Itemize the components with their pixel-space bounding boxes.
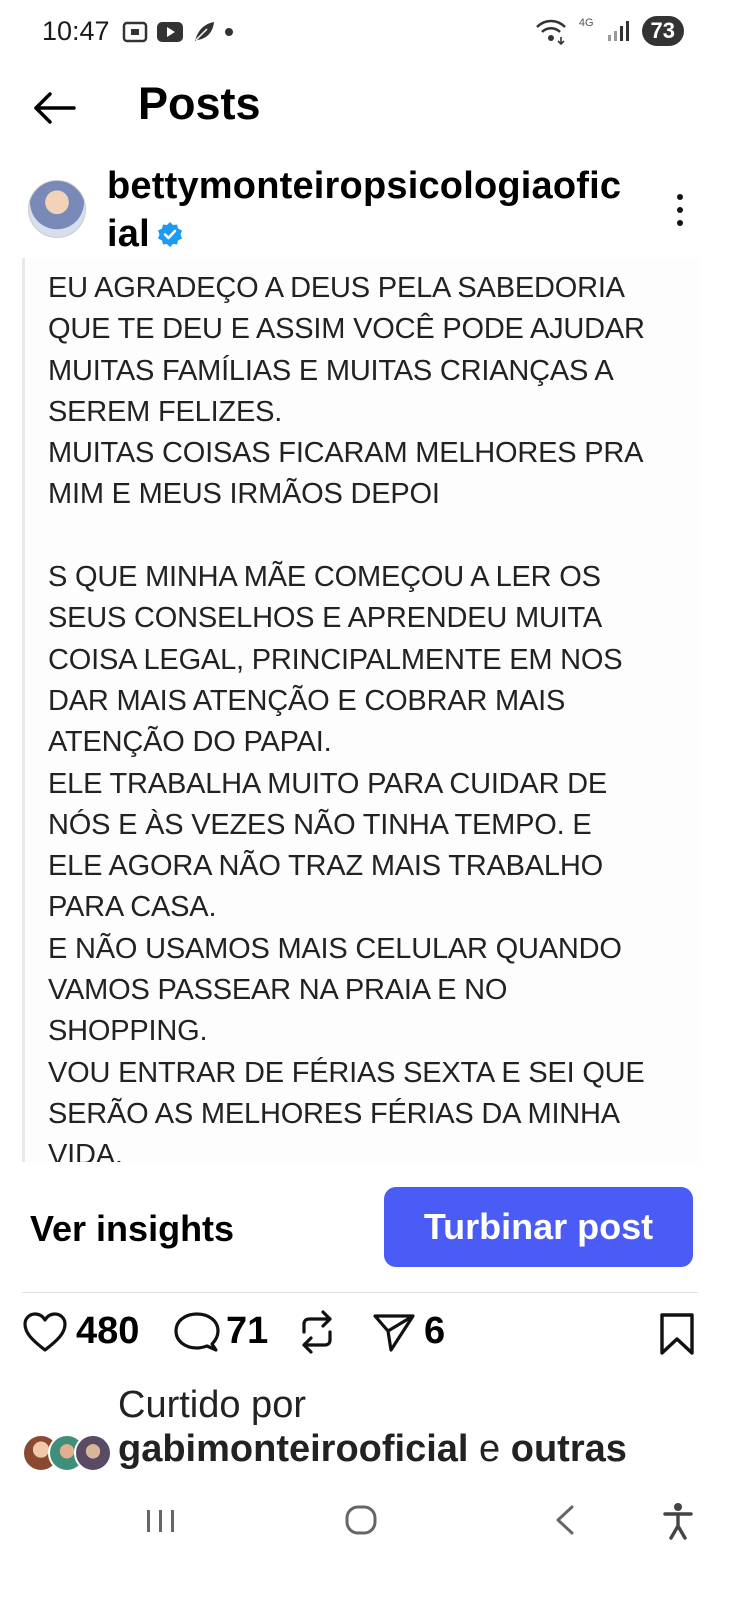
recent-apps-icon[interactable] <box>144 1500 178 1540</box>
account-name[interactable]: bettymonteiropsicologiaoficial <box>107 165 621 255</box>
wifi-icon <box>535 19 566 45</box>
send-icon[interactable] <box>372 1311 416 1353</box>
status-right: 4G 73 <box>535 16 684 46</box>
share-stat[interactable]: 6 <box>372 1310 445 1353</box>
signal-icon <box>607 21 629 41</box>
leaf-icon <box>195 22 214 41</box>
post-image-text: EU AGRADEÇO A DEUS PELA SABEDORIA QUE TE… <box>48 272 645 1162</box>
bookmark-icon[interactable] <box>658 1312 696 1356</box>
liked-by-prefix: Curtido por <box>118 1384 306 1426</box>
back-nav-icon[interactable] <box>552 1500 578 1540</box>
account-avatar[interactable] <box>28 180 86 238</box>
heart-icon[interactable] <box>22 1311 68 1353</box>
youtube-icon <box>157 22 183 42</box>
more-options-icon[interactable] <box>670 192 690 228</box>
repost-icon[interactable] <box>296 1310 338 1354</box>
battery-indicator: 73 <box>641 16 684 46</box>
dot-icon <box>225 28 233 36</box>
account-name-block[interactable]: bettymonteiropsicologiaoficial <box>107 162 627 258</box>
verified-icon <box>157 222 182 247</box>
boost-post-button[interactable]: Turbinar post <box>384 1187 693 1267</box>
liker-avatar <box>74 1434 112 1472</box>
status-notification-icons <box>122 20 234 44</box>
comment-count: 71 <box>226 1310 269 1352</box>
liked-by-line[interactable]: gabimonteirooficial e outras <box>118 1428 627 1471</box>
liked-by-user[interactable]: gabimonteirooficial <box>118 1428 468 1470</box>
back-arrow-icon[interactable] <box>32 92 76 124</box>
like-stat[interactable]: 480 <box>22 1310 139 1353</box>
comment-icon[interactable] <box>174 1311 220 1353</box>
status-time: 10:47 <box>42 16 110 46</box>
divider <box>22 1292 698 1293</box>
repost-stat[interactable] <box>296 1310 338 1354</box>
screenshot-icon <box>122 21 148 43</box>
liked-by-avatars[interactable] <box>22 1434 112 1472</box>
like-count: 480 <box>76 1310 140 1352</box>
network-type: 4G <box>578 17 594 29</box>
comment-stat[interactable]: 71 <box>174 1310 268 1353</box>
liked-by-others[interactable]: outras <box>511 1428 627 1470</box>
liked-by-connector: e <box>468 1428 511 1470</box>
view-insights-link[interactable]: Ver insights <box>30 1208 234 1250</box>
accessibility-icon[interactable] <box>660 1500 696 1540</box>
post-image[interactable]: EU AGRADEÇO A DEUS PELA SABEDORIA QUE TE… <box>22 258 701 1162</box>
page-title: Posts <box>138 78 261 129</box>
home-icon[interactable] <box>344 1500 380 1540</box>
share-count: 6 <box>424 1310 446 1352</box>
